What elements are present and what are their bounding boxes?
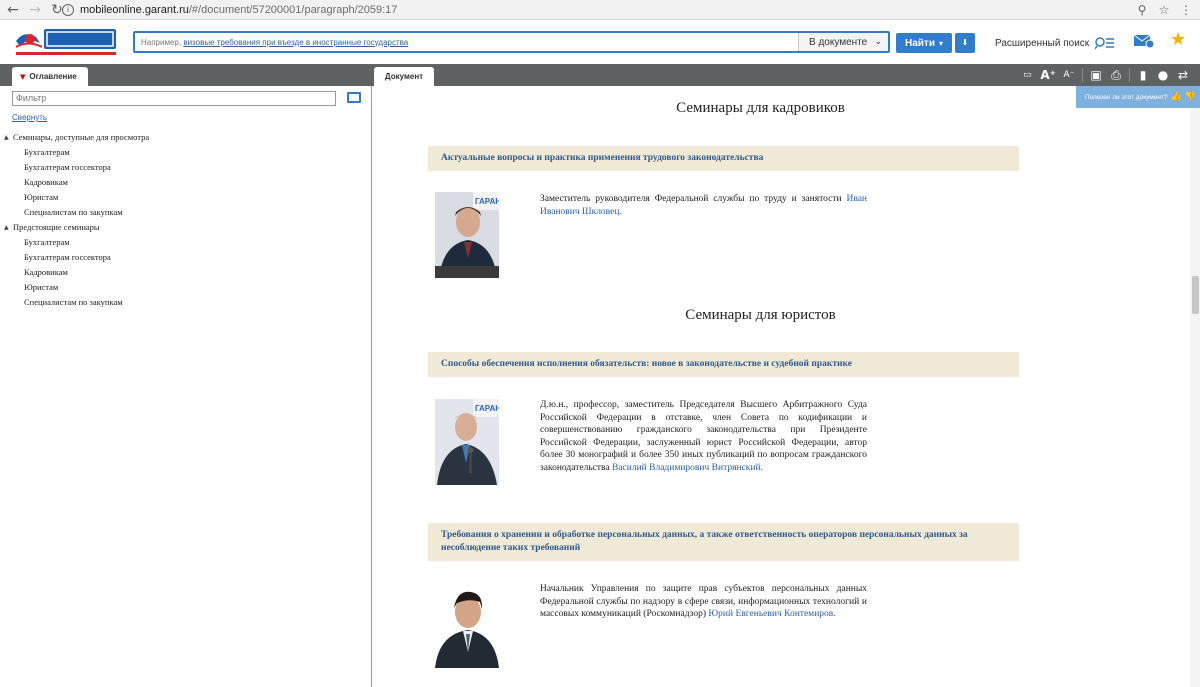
tab-bar: ▼ Оглавление Документ ▭ A⁺ A⁻ ▣ ⎙ ▮ ● ⇄ [0,64,1200,86]
document-panel: Полезен ли этот документ? 👍 👎 Семинары д… [373,86,1200,687]
scroll-thumb[interactable] [1192,276,1199,314]
search-scope-label: В документе [809,36,868,48]
svg-text:ГАРАНТ: ГАРАНТ [475,404,499,413]
zoom-icon[interactable]: ⚲ [1134,1,1150,19]
address-bar[interactable]: i mobileonline.garant.ru/#/document/5720… [62,1,1170,19]
speaker-photo [435,582,499,668]
font-increase-icon[interactable]: A⁺ [1040,68,1056,82]
toc-group[interactable]: ▲ Семинары, доступные для просмотра [4,130,149,145]
info-icon[interactable]: ● [1156,68,1170,82]
next-result-button[interactable]: ⬇ [955,33,975,53]
speaker-name-link[interactable]: Василий Владимирович Витрянский. [612,463,763,473]
expand-triangle-icon[interactable]: ▲ [4,220,13,235]
url-path: /#/document/57200001/paragraph/2059:17 [188,4,398,16]
thumbs-down-icon[interactable]: 👎 [1185,92,1196,102]
back-icon[interactable]: ← [4,1,22,19]
toc-panel: Фильтр Свернуть ▲ Семинары, доступные для… [0,86,372,687]
advanced-search-label: Расширенный поиск [995,37,1090,49]
toc-item[interactable]: Бухгалтерам госсектора [4,250,149,265]
filter-input[interactable]: Фильтр [12,91,336,106]
toc-tree: ▲ Семинары, доступные для просмотра Бухгал… [4,130,149,310]
tab-document-label: Документ [384,72,424,81]
advanced-search-icon [1095,37,1115,50]
swap-icon[interactable]: ⇄ [1176,68,1190,82]
browser-toolbar: ← → ↻ i mobileonline.garant.ru/#/documen… [0,0,1200,20]
toc-item[interactable]: Бухгалтерам [4,145,149,160]
font-decrease-icon[interactable]: A⁻ [1062,70,1076,80]
bookmark-star-icon[interactable]: ☆ [1156,1,1172,19]
toolbar-divider [1082,68,1083,82]
toc-group[interactable]: ▲ Предстоящие семинары [4,220,149,235]
thumbs-up-icon[interactable]: 👍 [1171,92,1182,102]
speaker-description: Начальник Управления по защите прав субъ… [540,583,867,621]
filter-toggle-icon[interactable] [347,92,361,103]
tab-document[interactable]: Документ [374,67,434,86]
down-arrow-icon: ▾ [938,38,943,48]
print-icon[interactable]: ⎙ [1109,68,1123,83]
mail-icon[interactable] [1133,32,1155,50]
menu-icon[interactable]: ⋮ [1178,1,1194,19]
toc-item[interactable]: Специалистам по закупкам [4,295,149,310]
find-button-label: Найти [905,37,935,49]
toc-item[interactable]: Кадровикам [4,265,149,280]
bookmark-icon[interactable]: ▮ [1136,68,1150,82]
toc-item[interactable]: Специалистам по закупкам [4,205,149,220]
toc-item[interactable]: Юристам [4,280,149,295]
scrollbar[interactable] [1190,108,1200,687]
topic-header[interactable]: Актуальные вопросы и практика применения… [428,146,1019,171]
toc-group-label: Предстоящие семинары [13,222,100,232]
document-toolbar: ▭ A⁺ A⁻ ▣ ⎙ ▮ ● ⇄ [1020,66,1190,84]
toc-item[interactable]: Бухгалтерам госсектора [4,160,149,175]
speaker-name-link[interactable]: Юрий Евгеньевич Контемиров. [708,609,835,619]
chevron-down-icon: ⌄ [874,37,882,47]
triangle-down-icon: ▼ [20,72,26,81]
toc-group-label: Семинары, доступные для просмотра [13,132,150,142]
expand-triangle-icon[interactable]: ▲ [4,130,13,145]
advanced-search-link[interactable]: Расширенный поиск [995,36,1115,50]
collapse-link[interactable]: Свернуть [12,113,47,122]
garant-logo [15,29,116,55]
speaker-photo: ГАРАНТ [435,192,499,278]
find-button[interactable]: Найти ▾ [896,33,952,53]
toolbar-divider [1129,68,1130,82]
search-input[interactable]: Например, визовые требования при въезде … [135,38,798,47]
arrow-down-icon: ⬇ [961,38,969,47]
topic-header[interactable]: Способы обеспечения исполнения обязатель… [428,352,1019,377]
section-title: Семинары для юристов [685,307,836,323]
toc-item[interactable]: Кадровикам [4,175,149,190]
search-scope-select[interactable]: В документе ⌄ [798,33,888,51]
search-box[interactable]: Например, визовые требования при въезде … [133,31,890,53]
section-title: Семинары для кадровиков [676,100,845,116]
url-host: mobileonline.garant.ru [80,4,189,16]
toc-item[interactable]: Бухгалтерам [4,235,149,250]
search-example-link[interactable]: визовые требования при въезде в иностран… [183,38,408,47]
site-info-icon[interactable]: i [62,4,74,16]
save-icon[interactable]: ▣ [1089,68,1103,82]
speaker-position: Заместитель руководителя Федеральной слу… [540,194,847,204]
toc-item[interactable]: Юристам [4,190,149,205]
speaker-description: Заместитель руководителя Федеральной слу… [540,193,867,218]
speaker-photo: ГАРАНТ [435,399,499,485]
tab-toc[interactable]: ▼ Оглавление [12,67,88,86]
edit-icon[interactable]: ▭ [1020,70,1034,80]
favorites-star-icon[interactable]: ★ [1170,31,1188,49]
search-placeholder-prefix: Например, [141,37,184,47]
speaker-description: Д.ю.н., профессор, заместитель Председат… [540,399,867,474]
url-text: mobileonline.garant.ru/#/document/572000… [80,4,397,16]
app-header: Например, визовые требования при въезде … [0,21,1200,64]
topic-header[interactable]: Требования о хранении и обработке персон… [428,523,1019,561]
forward-icon[interactable]: → [26,1,44,19]
svg-text:ГАРАНТ: ГАРАНТ [475,197,499,206]
tab-toc-label: Оглавление [29,72,77,81]
